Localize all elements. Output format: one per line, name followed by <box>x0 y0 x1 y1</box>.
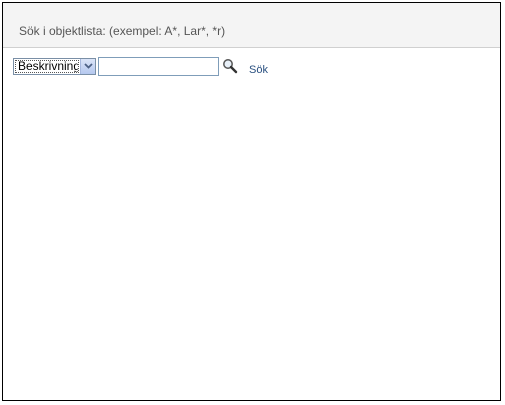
search-row: Beskrivning Sök <box>13 56 268 76</box>
field-select[interactable]: Beskrivning <box>13 57 96 75</box>
chevron-down-icon[interactable] <box>80 58 95 74</box>
search-input[interactable] <box>98 56 219 76</box>
search-button[interactable]: Sök <box>249 64 268 76</box>
panel-header: Sök i objektlista: (exempel: A*, Lar*, *… <box>3 3 500 48</box>
object-list-search-panel: Sök i objektlista: (exempel: A*, Lar*, *… <box>2 2 501 401</box>
field-select-value: Beskrivning <box>15 59 79 73</box>
header-title: Sök i objektlista: (exempel: A*, Lar*, *… <box>19 23 226 38</box>
magnifier-icon[interactable] <box>222 58 238 74</box>
